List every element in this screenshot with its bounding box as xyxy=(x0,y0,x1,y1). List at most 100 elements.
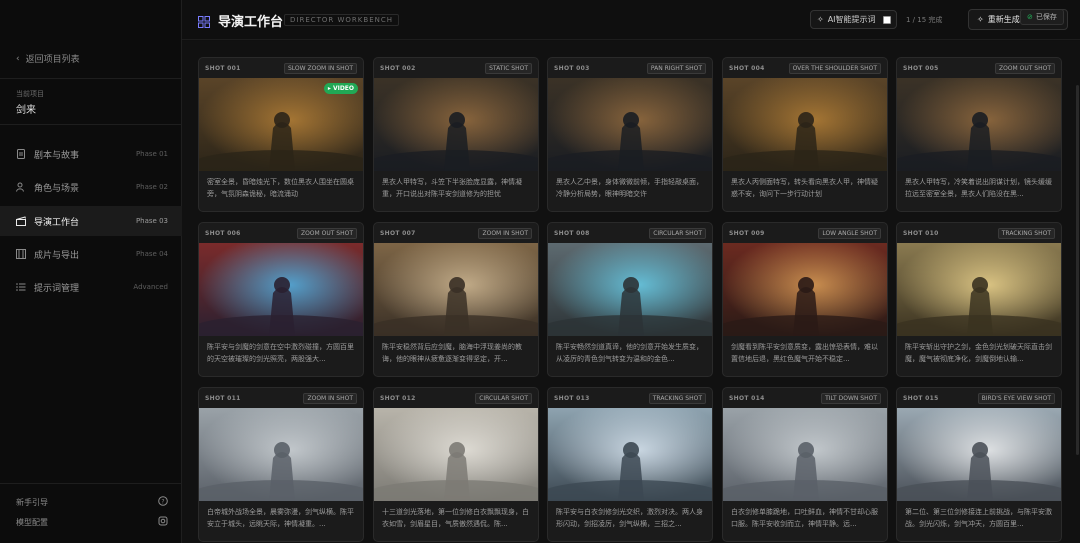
shot-id: SHOT 015 xyxy=(903,394,939,402)
thumbnail-art xyxy=(374,78,538,171)
shot-card[interactable]: SHOT 012 CIRCULAR SHOT 十三道剑光落地，第一位剑修白衣飘飘现身… xyxy=(373,387,539,542)
shot-card[interactable]: SHOT 003 PAN RIGHT SHOT 黑衣人乙中景，身体微微前倾，手指轻敲… xyxy=(547,57,713,212)
shot-id: SHOT 013 xyxy=(554,394,590,402)
shot-card-header: SHOT 011 ZOOM IN SHOT xyxy=(199,388,363,408)
nav-item-export[interactable]: 成片与导出 Phase 04 xyxy=(0,239,182,269)
shot-card[interactable]: SHOT 014 TILT DOWN SHOT 白衣剑修单膝跪地，口吐鲜血，神情不甘… xyxy=(722,387,888,542)
shot-thumbnail[interactable] xyxy=(548,243,712,336)
shot-description: 陈平安畅然剑道真谛，他的剑意开始发生质变，从凌厉的青色剑气转变为温和的金色... xyxy=(556,343,703,363)
svg-text:?: ? xyxy=(161,498,164,505)
shot-thumbnail[interactable] xyxy=(374,78,538,171)
shot-grid: SHOT 001 SLOW ZOOM IN SHOT ▸ VIDEO 密室全景，昏暗烛光… xyxy=(182,41,1080,543)
shot-thumbnail[interactable] xyxy=(374,243,538,336)
shot-card[interactable]: SHOT 010 TRACKING SHOT 陈平安斩出守护之剑，金色剑光划破天际直… xyxy=(896,222,1062,377)
shot-description: 黑衣人丙侧面特写，转头看向黑衣人甲，神情疑惑不安，询问下一步行动计划 xyxy=(731,178,878,198)
shot-thumbnail[interactable] xyxy=(897,408,1061,501)
shot-type-badge: TILT DOWN SHOT xyxy=(821,392,881,404)
shot-id: SHOT 008 xyxy=(554,229,590,237)
shot-id: SHOT 010 xyxy=(903,229,939,237)
saved-status-badge: ⊘ 已保存 xyxy=(1020,9,1064,25)
nav-phase: Advanced xyxy=(133,283,168,291)
current-project-label: 当前项目 xyxy=(16,90,44,98)
shot-type-badge: TRACKING SHOT xyxy=(997,227,1055,239)
video-badge[interactable]: ▸ VIDEO xyxy=(323,83,358,94)
shot-thumbnail[interactable] xyxy=(199,408,363,501)
shot-thumbnail[interactable] xyxy=(723,243,887,336)
back-to-projects-link[interactable]: ‹ 返回项目列表 xyxy=(16,52,80,66)
shot-card-header: SHOT 013 TRACKING SHOT xyxy=(548,388,712,408)
thumbnail-art xyxy=(723,243,887,336)
shot-card[interactable]: SHOT 013 TRACKING SHOT 陈平安与白衣剑修剑光交织，激烈对决。两… xyxy=(547,387,713,542)
shot-type-badge: TRACKING SHOT xyxy=(648,392,706,404)
shot-thumbnail[interactable] xyxy=(723,78,887,171)
shot-id: SHOT 002 xyxy=(380,64,416,72)
onboarding-link[interactable]: 新手引导 ? xyxy=(16,496,168,508)
shot-thumbnail[interactable] xyxy=(548,408,712,501)
nav-phase: Phase 03 xyxy=(135,217,168,225)
ai-toggle-checkbox[interactable] xyxy=(883,15,891,24)
scrollbar[interactable] xyxy=(1076,85,1079,455)
shot-id: SHOT 003 xyxy=(554,64,590,72)
shot-type-badge: PAN RIGHT SHOT xyxy=(646,62,706,74)
shot-description: 密室全景，昏暗烛光下，数位黑衣人围坐在圆桌旁，气氛阴森诡秘，暗流涌动 xyxy=(207,178,354,198)
shot-thumbnail[interactable] xyxy=(548,78,712,171)
shot-type-badge: BIRD'S EYE VIEW SHOT xyxy=(977,392,1055,404)
shot-thumbnail[interactable] xyxy=(897,243,1061,336)
nav-phase: Phase 01 xyxy=(135,150,168,158)
thumbnail-art xyxy=(374,243,538,336)
shot-description: 白帝城外战场全景，晨雾弥漫，剑气纵横。陈平安立于城头，远眺天际，神情凝重。... xyxy=(207,508,354,528)
shot-card[interactable]: SHOT 011 ZOOM IN SHOT 白帝城外战场全景，晨雾弥漫，剑气纵横。陈… xyxy=(198,387,364,542)
thumbnail-art xyxy=(897,243,1061,336)
video-camera-icon: ▸ xyxy=(327,85,331,92)
shot-card[interactable]: SHOT 001 SLOW ZOOM IN SHOT ▸ VIDEO 密室全景，昏暗烛光… xyxy=(198,57,364,212)
shot-card-header: SHOT 005 ZOOM OUT SHOT xyxy=(897,58,1061,78)
shot-card[interactable]: SHOT 006 ZOOM OUT SHOT 陈平安与剑魔的剑意在空中激烈碰撞，方圆… xyxy=(198,222,364,377)
shot-description: 陈平安与剑魔的剑意在空中激烈碰撞，方圆百里的天空被璀璨的剑光照亮，两股强大... xyxy=(207,343,354,363)
shot-description: 第二位、第三位剑修接连上前挑战，与陈平安激战。剑光闪烁，剑气冲天，方圆百里... xyxy=(905,508,1052,528)
shot-card[interactable]: SHOT 002 STATIC SHOT 黑衣人甲特写，斗笠下半张脸庞显露，神情凝重… xyxy=(373,57,539,212)
shot-description: 剑魔看到陈平安剑意质变，露出惊恐表情，难以置信地后退，黑红色魔气开始不稳定... xyxy=(731,343,878,363)
shot-thumbnail[interactable] xyxy=(199,243,363,336)
shot-card[interactable]: SHOT 007 ZOOM IN SHOT 陈平安稳然背后应剑魔，脑海中浮现姜尚的教… xyxy=(373,222,539,377)
shot-card-header: SHOT 004 OVER THE SHOULDER SHOT xyxy=(723,58,887,78)
shot-id: SHOT 005 xyxy=(903,64,939,72)
sparkle-icon: ✧ xyxy=(817,15,824,24)
shot-thumbnail[interactable]: ▸ VIDEO xyxy=(199,78,363,171)
shot-type-badge: ZOOM IN SHOT xyxy=(303,392,357,404)
shot-card[interactable]: SHOT 008 CIRCULAR SHOT 陈平安畅然剑道真谛，他的剑意开始发生质… xyxy=(547,222,713,377)
shot-card[interactable]: SHOT 009 LOW ANGLE SHOT 剑魔看到陈平安剑意质变，露出惊恐表情… xyxy=(722,222,888,377)
model-config-link[interactable]: 模型配置 xyxy=(16,516,168,528)
nav-label: 成片与导出 xyxy=(34,250,80,261)
nav-item-director[interactable]: 导演工作台 Phase 03 xyxy=(0,206,182,236)
thumbnail-art xyxy=(199,243,363,336)
ai-prompt-toggle[interactable]: ✧ AI智能提示词 xyxy=(810,10,897,29)
shot-description: 黑衣人乙中景，身体微微前倾，手指轻敲桌面，冷静分析局势，眼神明暗交许 xyxy=(556,178,703,198)
shot-card-header: SHOT 003 PAN RIGHT SHOT xyxy=(548,58,712,78)
shot-type-badge: CIRCULAR SHOT xyxy=(475,392,532,404)
nav-phase: Phase 04 xyxy=(135,250,168,258)
shot-card[interactable]: SHOT 004 OVER THE SHOULDER SHOT 黑衣人丙侧面特写，转… xyxy=(722,57,888,212)
video-label: VIDEO xyxy=(332,85,354,92)
nav-item-characters[interactable]: 角色与场景 Phase 02 xyxy=(0,172,182,202)
shot-card-header: SHOT 001 SLOW ZOOM IN SHOT xyxy=(199,58,363,78)
nav-item-prompts[interactable]: 提示词管理 Advanced xyxy=(0,272,182,302)
shot-thumbnail[interactable] xyxy=(897,78,1061,171)
shot-card[interactable]: SHOT 015 BIRD'S EYE VIEW SHOT 第二位、第三位剑修接连上… xyxy=(896,387,1062,542)
current-project-name: 剑来 xyxy=(16,105,36,116)
thumbnail-art xyxy=(548,78,712,171)
shot-thumbnail[interactable] xyxy=(374,408,538,501)
shot-type-badge: OVER THE SHOULDER SHOT xyxy=(788,62,881,74)
shot-thumbnail[interactable] xyxy=(723,408,887,501)
help-icon: ? xyxy=(158,496,168,508)
top-header: 导演工作台 DIRECTOR WORKBENCH ✧ AI智能提示词 1 / 1… xyxy=(182,0,1080,40)
regen-label: 重新生成 xyxy=(987,15,1020,24)
saved-label: 已保存 xyxy=(1035,13,1057,21)
shot-type-badge: LOW ANGLE SHOT xyxy=(818,227,881,239)
shot-description: 十三道剑光落地，第一位剑修白衣飘飘现身，白衣如雪，剑眉星目，气质傲然遇侃。陈..… xyxy=(382,508,529,528)
bottom-label: 新手引导 xyxy=(16,497,48,507)
shot-card-header: SHOT 014 TILT DOWN SHOT xyxy=(723,388,887,408)
page-subtitle: DIRECTOR WORKBENCH xyxy=(284,14,400,26)
shot-card[interactable]: SHOT 005 ZOOM OUT SHOT 黑衣人甲特写，冷笑着说出阴谋计划，镜头… xyxy=(896,57,1062,212)
shot-card-header: SHOT 007 ZOOM IN SHOT xyxy=(374,223,538,243)
nav-item-script[interactable]: 剧本与故事 Phase 01 xyxy=(0,139,182,169)
